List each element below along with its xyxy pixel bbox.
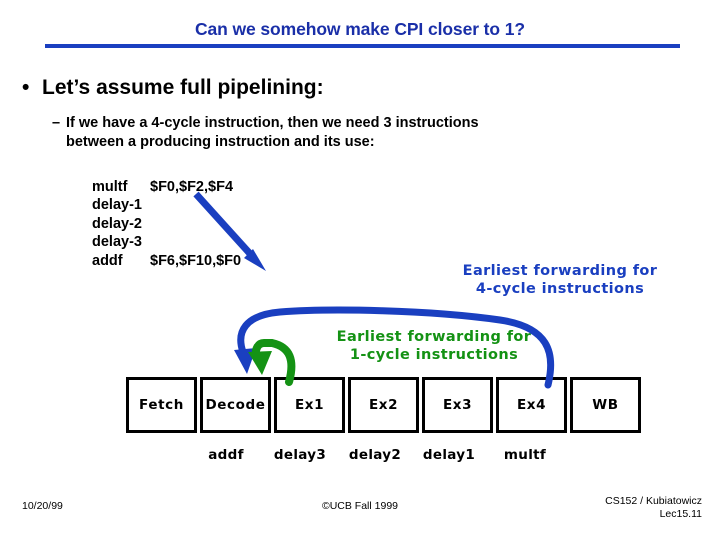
title-underline-rule: [45, 44, 680, 48]
pipeline-instruction-label: multf: [503, 447, 547, 463]
code-line: delay-1: [92, 196, 241, 214]
bullet-item-1: • Let’s assume full pipelining:: [22, 76, 324, 100]
pipeline-stage-label: WB: [592, 397, 619, 413]
annotation-four-cycle: Earliest forwarding for 4-cycle instruct…: [430, 262, 690, 298]
sub-bullet-item-1: – If we have a 4-cycle instruction, then …: [52, 114, 662, 152]
pipeline-stage-label: Ex3: [442, 397, 473, 413]
pipeline-instruction-label: delay3: [273, 447, 327, 463]
code-line: delay-3: [92, 233, 241, 251]
annotation-one-cycle-line-2: 1-cycle instructions: [349, 347, 519, 363]
code-listing: multf $F0,$F2,$F4 delay-1 delay-2 delay-3 add…: [92, 178, 241, 270]
pipeline-stage-ex3: Ex3: [422, 377, 493, 433]
footer-course-info: CS152 / Kubiatowicz Lec15.11: [605, 495, 702, 521]
code-line: delay-2: [92, 215, 241, 233]
annotation-four-cycle-line-1: Earliest forwarding for: [462, 263, 658, 279]
pipeline-stage-label: Ex1: [294, 397, 325, 413]
code-line-mnemonic: delay-3: [92, 234, 142, 251]
annotation-one-cycle-line-1: Earliest forwarding for: [336, 329, 532, 345]
pipeline-stage-ex1: Ex1: [274, 377, 345, 433]
pipeline-stage-decode: Decode: [200, 377, 271, 433]
code-line-operands: $F0,$F2,$F4: [150, 179, 234, 195]
pipeline-stage-label: Decode: [205, 397, 266, 413]
code-line-mnemonic: delay-1: [92, 197, 142, 214]
annotation-one-cycle: Earliest forwarding for 1-cycle instruct…: [300, 328, 568, 364]
pipeline-instruction-label: delay1: [422, 447, 476, 463]
pipeline-stage-ex4: Ex4: [496, 377, 567, 433]
slide-canvas: Can we somehow make CPI closer to 1? • Le…: [0, 0, 720, 540]
bullet-item-1-label: Let’s assume full pipelining:: [42, 76, 324, 99]
slide-title: Can we somehow make CPI closer to 1?: [195, 19, 525, 39]
sub-bullet-dash-icon: –: [52, 115, 61, 131]
sub-bullet-line-2: between a producing instruction and its …: [66, 134, 375, 150]
pipeline-stage-wb: WB: [570, 377, 641, 433]
code-line-mnemonic: addf: [92, 252, 123, 269]
pipeline-instruction-label: addf: [208, 447, 244, 463]
pipeline-instruction-label: delay2: [348, 447, 402, 463]
footer-lecture-number: Lec15.11: [659, 508, 702, 520]
code-line: multf $F0,$F2,$F4: [92, 178, 241, 196]
annotation-four-cycle-line-2: 4-cycle instructions: [475, 281, 645, 297]
code-line: addf $F6,$F10,$F0: [92, 252, 241, 270]
bullet-marker-icon: •: [22, 76, 30, 99]
code-line-mnemonic: delay-2: [92, 215, 142, 232]
code-line-operands: $F6,$F10,$F0: [150, 252, 242, 269]
footer-course: CS152 / Kubiatowicz: [605, 495, 702, 507]
pipeline-stage-label: Ex2: [368, 397, 399, 413]
pipeline-stage-label: Ex4: [516, 397, 547, 413]
sub-bullet-line-1: If we have a 4-cycle instruction, then w…: [66, 115, 479, 131]
code-line-mnemonic: multf: [92, 179, 128, 195]
pipeline-stage-label: Fetch: [139, 397, 184, 413]
pipeline-stage-ex2: Ex2: [348, 377, 419, 433]
pipeline-stage-fetch: Fetch: [126, 377, 197, 433]
